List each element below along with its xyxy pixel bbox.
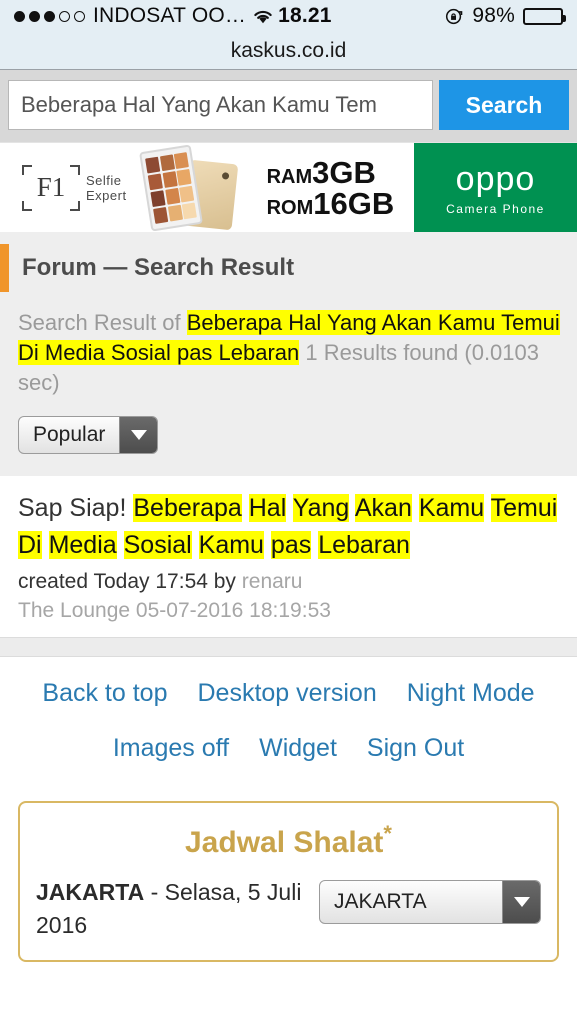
mobile-browser-screen: INDOSAT OO… 18.21 98% kaskus.co.id Beber… (0, 0, 577, 1024)
sort-control-row: Popular (0, 408, 577, 476)
ad-phone-screen-cell (147, 172, 163, 191)
back-to-top-link[interactable]: Back to top (42, 679, 167, 708)
result-title-plain: Sap Siap! (18, 494, 134, 522)
chevron-down-icon[interactable] (502, 881, 540, 923)
battery-icon (523, 7, 566, 25)
ad-phone-screen-cell (175, 168, 192, 186)
widget-link[interactable]: Widget (259, 734, 337, 763)
ad-phone-screen-cell (149, 189, 166, 207)
images-off-link[interactable]: Images off (113, 734, 229, 763)
ad-phone-screen-cell (181, 201, 197, 219)
result-title-word: Lebaran (318, 531, 410, 559)
oppo-logo: oppo (455, 159, 536, 198)
battery-percent-label: 98% (472, 4, 515, 27)
night-mode-link[interactable]: Night Mode (407, 679, 535, 708)
result-author[interactable]: renaru (242, 570, 303, 593)
ios-status-bar: INDOSAT OO… 18.21 98% (0, 0, 577, 32)
ad-phone-screen-cell (178, 184, 194, 203)
search-result-prefix: Search Result of (18, 310, 187, 335)
signal-strength-dots (14, 10, 85, 22)
result-title-word: Yang (292, 494, 350, 522)
result-title-word: Kamu (198, 531, 264, 559)
ad-phone-image (138, 143, 249, 232)
ad-tagline-line2: Expert (86, 187, 127, 203)
ad-phone-screen-cell (161, 170, 177, 188)
section-divider (0, 637, 577, 657)
search-result-item[interactable]: Sap Siap! Beberapa Hal Yang Akan Kamu Te… (0, 476, 577, 637)
search-result-summary: Search Result of Beberapa Hal Yang Akan … (0, 302, 577, 408)
page-content: Forum — Search Result Search Result of B… (0, 232, 577, 962)
prayer-city-name: JAKARTA (36, 879, 145, 905)
result-title-word: Sosial (123, 531, 192, 559)
footer-links-row-1: Back to top Desktop version Night Mode (0, 679, 577, 708)
rotation-lock-icon (445, 7, 464, 26)
title-accent-bar (0, 244, 9, 292)
wifi-icon (253, 9, 273, 24)
ad-phone-screen-cell (164, 187, 180, 205)
ad-phone-screen-cell (173, 151, 189, 169)
result-title-word: Hal (248, 494, 287, 522)
carrier-label: INDOSAT OO… (93, 4, 247, 27)
result-title-word: Akan (354, 494, 412, 522)
signal-dot-4 (59, 10, 70, 22)
ad-tagline-line1: Selfie (86, 172, 122, 188)
result-title-word: Kamu (418, 494, 485, 522)
ad-tagline: Selfie Expert (86, 173, 127, 203)
ad-ram-value: 3GB (312, 154, 376, 190)
page-title-text: Forum — Search Result (22, 254, 295, 281)
ad-phone-screen-cell (152, 206, 168, 224)
prayer-schedule-body: JAKARTA - Selasa, 5 Juli 2016 JAKARTA (36, 876, 541, 942)
prayer-schedule-asterisk: * (383, 821, 392, 846)
advertisement-banner[interactable]: F1 Selfie Expert RAM 3GB ROM 16GB oppo C… (0, 142, 577, 232)
page-title: Forum — Search Result (0, 232, 577, 302)
url-bar[interactable]: kaskus.co.id (0, 32, 577, 70)
signal-dot-1 (14, 10, 25, 22)
result-forum-line: The Lounge 05-07-2016 18:19:53 (18, 599, 331, 622)
city-dropdown-value: JAKARTA (334, 890, 427, 913)
result-title-word: Di (18, 531, 42, 559)
footer-links: Back to top Desktop version Night Mode I… (0, 657, 577, 789)
result-title-word: Temui (490, 494, 558, 522)
result-created-label: created Today 17:54 by (18, 570, 242, 593)
ad-spec-text: RAM 3GB ROM 16GB (267, 157, 395, 219)
url-text: kaskus.co.id (230, 38, 347, 62)
search-button[interactable]: Search (439, 80, 569, 130)
prayer-schedule-title: Jadwal Shalat* (36, 821, 541, 860)
signal-dot-2 (29, 10, 40, 22)
result-created-line: created Today 17:54 by renaru (18, 570, 561, 594)
prayer-schedule-location: JAKARTA - Selasa, 5 Juli 2016 (36, 876, 305, 942)
ad-phone-screen-cell (144, 156, 160, 174)
result-title-word: Media (48, 531, 117, 559)
ad-phone-front (138, 143, 203, 232)
ad-phone-screen-cell (166, 203, 183, 222)
ad-model-label: F1 (36, 172, 66, 202)
prayer-schedule-title-text: Jadwal Shalat (185, 826, 384, 859)
site-search-bar: Beberapa Hal Yang Akan Kamu Tem Search (0, 70, 577, 142)
signal-dot-5 (74, 10, 85, 22)
result-title-word: Beberapa (133, 494, 242, 522)
search-input[interactable]: Beberapa Hal Yang Akan Kamu Tem (8, 80, 433, 130)
clock-label: 18.21 (278, 4, 332, 27)
signal-dot-3 (44, 10, 55, 22)
ad-phone-screen-cell (158, 153, 175, 172)
chevron-down-icon[interactable] (119, 417, 158, 453)
status-bar-right-group: 98% (445, 4, 566, 28)
result-title[interactable]: Sap Siap! Beberapa Hal Yang Akan Kamu Te… (18, 490, 561, 564)
ad-left-content: F1 Selfie Expert RAM 3GB ROM 16GB (0, 143, 414, 232)
result-title-word: pas (270, 531, 312, 559)
sort-dropdown[interactable]: Popular (18, 416, 159, 454)
ad-model-badge: F1 (22, 164, 80, 211)
prayer-schedule-box: Jadwal Shalat* JAKARTA - Selasa, 5 Juli … (18, 801, 559, 962)
prayer-schedule-section: Jadwal Shalat* JAKARTA - Selasa, 5 Juli … (0, 789, 577, 962)
sign-out-link[interactable]: Sign Out (367, 734, 464, 763)
city-dropdown[interactable]: JAKARTA (319, 880, 541, 924)
ad-brand-panel: oppo Camera Phone (414, 143, 577, 232)
ad-rom-label: ROM (266, 196, 314, 219)
oppo-tagline: Camera Phone (446, 201, 545, 216)
desktop-version-link[interactable]: Desktop version (197, 679, 376, 708)
ad-ram-label: RAM (266, 165, 313, 188)
footer-links-row-2: Images off Widget Sign Out (0, 734, 577, 763)
ad-rom-value: 16GB (313, 185, 395, 221)
sort-dropdown-value: Popular (33, 423, 106, 446)
